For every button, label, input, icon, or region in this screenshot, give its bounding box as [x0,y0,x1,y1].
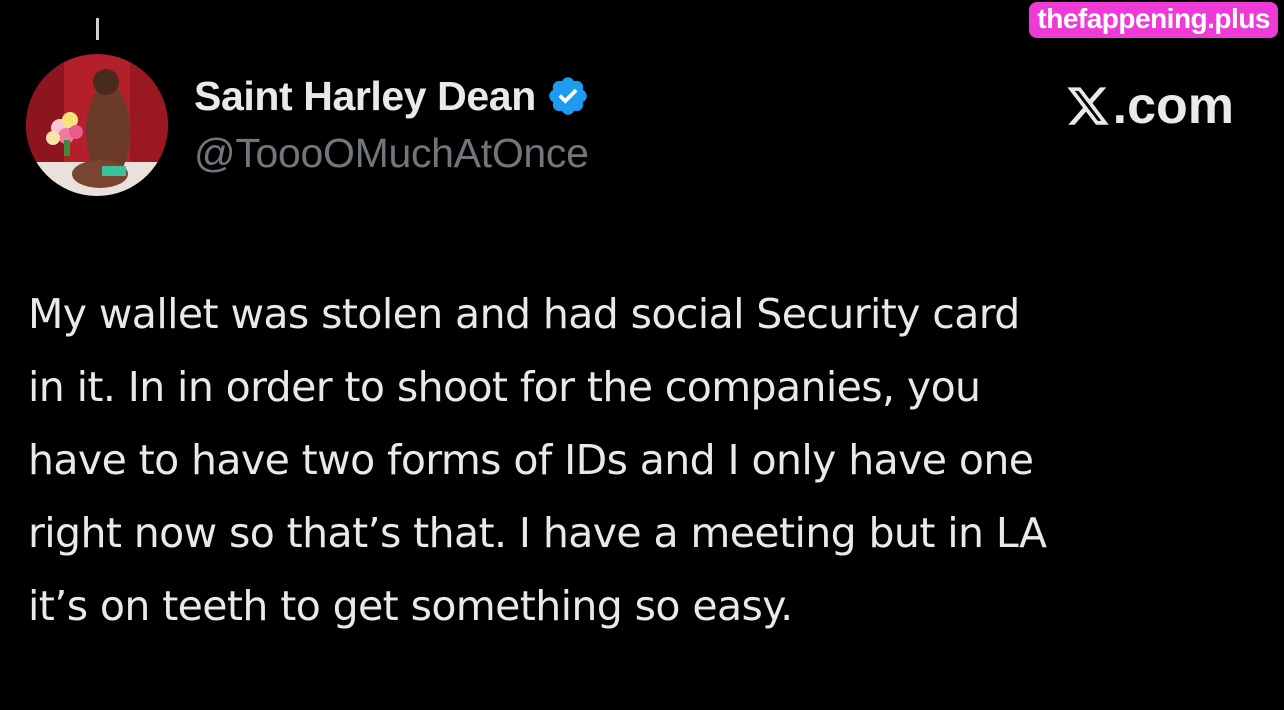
avatar[interactable] [26,54,168,196]
top-edge-mark [96,18,99,40]
author-handle[interactable]: @ToooOMuchAtOnce [194,130,589,177]
author-display-name[interactable]: Saint Harley Dean [194,73,536,120]
tweet-text: My wallet was stolen and had social Secu… [28,290,1047,630]
x-logo-icon [1067,87,1109,125]
watermark-label: thefappening.plus [1029,2,1278,38]
author-name-row: Saint Harley Dean [194,70,590,122]
x-brand: .com [1065,76,1234,136]
verified-badge-icon [546,74,590,118]
brand-domain-suffix: .com [1112,77,1234,135]
